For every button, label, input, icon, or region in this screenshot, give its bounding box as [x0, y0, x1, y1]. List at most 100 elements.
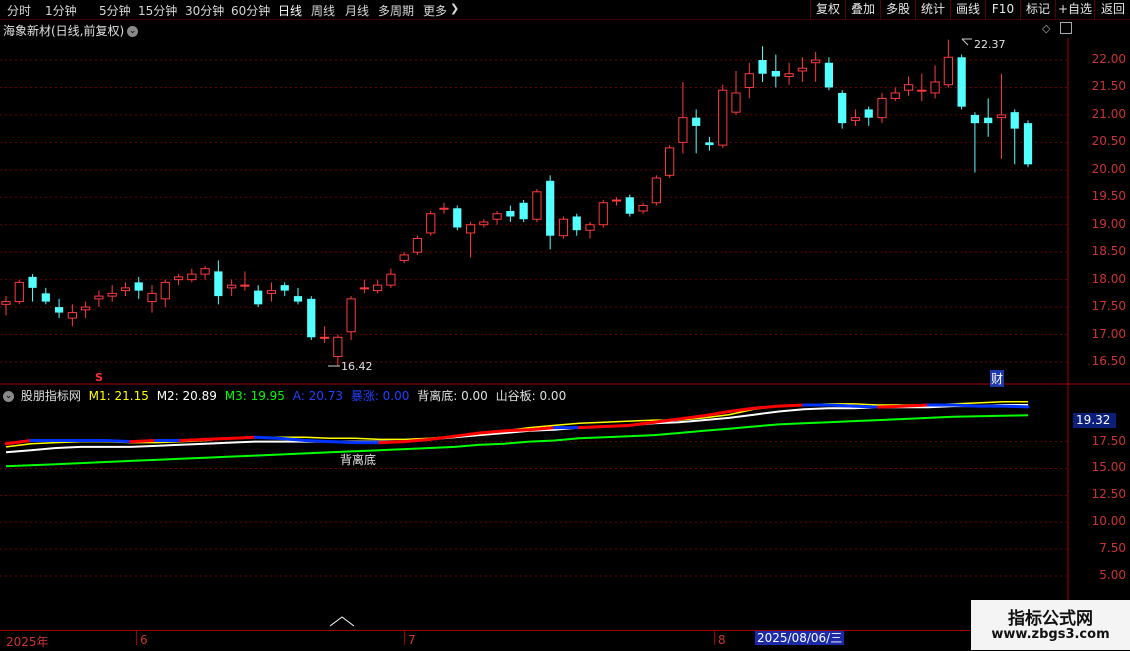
indicator-axis-label: 15.00 — [1091, 460, 1126, 475]
low-price-label: 16.42 — [341, 360, 373, 373]
financial-report-marker[interactable]: 财 — [990, 370, 1005, 387]
candle-body — [572, 216, 581, 231]
a-line-segment — [503, 428, 531, 433]
candle — [67, 304, 77, 327]
divergence-annotation: 背离底 — [340, 453, 377, 467]
a-line-segment — [303, 438, 332, 444]
current-value-badge: 19.32 — [1073, 413, 1116, 428]
candle — [28, 274, 37, 302]
candle-body — [227, 284, 237, 289]
candle — [465, 221, 476, 258]
a-line-segment — [901, 403, 930, 408]
indicator-menu-icon[interactable]: ⌄ — [3, 391, 14, 402]
candle-body — [465, 224, 476, 234]
price-axis-label: 22.00 — [1091, 52, 1126, 66]
a-line-segment — [228, 435, 257, 440]
candle — [187, 268, 197, 283]
a-line-segment — [378, 440, 407, 445]
a-line-segment — [852, 404, 880, 409]
candle — [94, 290, 104, 308]
candle — [678, 81, 688, 154]
candle-body — [160, 281, 170, 300]
candle — [758, 46, 767, 82]
valley-board-value: 山谷板: 0.00 — [495, 389, 567, 403]
candle — [692, 109, 701, 154]
a-line-segment — [827, 403, 856, 408]
candle — [824, 57, 834, 91]
candle-body — [412, 237, 423, 253]
a-line-segment — [328, 440, 357, 445]
time-axis-july: 7 — [408, 633, 416, 647]
candle — [439, 202, 449, 214]
candle-body — [705, 142, 714, 146]
candle-body — [54, 307, 64, 313]
time-tick — [404, 631, 405, 645]
time-axis-year: 2025年 — [6, 635, 49, 649]
candle — [718, 84, 728, 148]
a-line-segment — [478, 429, 507, 435]
candle-body — [81, 306, 91, 311]
candle-body — [957, 57, 966, 107]
candle — [373, 279, 383, 294]
candle-body — [824, 62, 834, 88]
candle — [479, 219, 489, 228]
indicator-grid — [0, 441, 1068, 577]
candle — [1, 296, 11, 316]
candle-body — [917, 89, 927, 92]
candle-body — [558, 218, 569, 237]
m3-value: M3: 19.95 — [224, 389, 285, 403]
candle-body — [1010, 112, 1019, 129]
a-line-segment — [777, 403, 806, 408]
candle-body — [731, 92, 741, 113]
candle-body — [930, 81, 940, 94]
candle — [611, 197, 622, 206]
price-axis-label: 21.50 — [1091, 79, 1126, 94]
candle — [903, 76, 914, 96]
candle-body — [771, 70, 780, 77]
candle — [532, 189, 542, 222]
candle — [744, 62, 754, 99]
high-marker-leader — [961, 38, 969, 46]
chart-canvas[interactable] — [0, 0, 1130, 650]
candle — [864, 106, 873, 126]
candle-body — [877, 97, 887, 119]
candle — [1010, 109, 1019, 165]
candle-body — [678, 117, 688, 143]
candle — [625, 194, 634, 217]
candle-body — [28, 276, 37, 288]
m2-value: M2: 20.89 — [156, 389, 217, 403]
candle-body — [346, 298, 356, 333]
a-line-segment — [203, 436, 232, 441]
a-line-segment — [627, 420, 656, 427]
a-line-segment — [178, 437, 207, 442]
time-axis-june: 6 — [140, 633, 148, 647]
candle-body — [94, 295, 104, 300]
indicator-title-bar: ⌄ 股朋指标网 M1: 21.15 M2: 20.89 M3: 19.95 A:… — [3, 387, 570, 404]
candle — [585, 221, 595, 239]
m1-value: M1: 21.15 — [88, 389, 149, 403]
a-value: A: 20.73 — [292, 389, 343, 403]
candles — [1, 39, 1033, 367]
a-line-segment — [253, 435, 282, 440]
candle — [996, 73, 1007, 159]
candle — [811, 51, 821, 82]
indicator-axis-label: 7.50 — [1099, 541, 1126, 556]
indicator-name[interactable]: 股朋指标网 — [21, 389, 81, 403]
candle — [651, 175, 661, 206]
price-axis-label: 19.50 — [1091, 189, 1126, 204]
candle-body — [187, 273, 197, 281]
candle-body — [453, 208, 462, 228]
candle — [54, 298, 64, 319]
candle — [134, 276, 143, 299]
candle — [731, 70, 741, 115]
candle — [41, 287, 50, 305]
candle — [943, 39, 953, 88]
candle — [665, 145, 675, 179]
price-axis-label: 19.00 — [1091, 216, 1126, 231]
a-line-segment — [278, 436, 307, 442]
candle-body — [14, 281, 24, 303]
candle-body — [492, 213, 502, 220]
indicator-axis-label: 17.50 — [1091, 433, 1126, 448]
candle-body — [307, 298, 316, 338]
candle-body — [984, 117, 993, 124]
